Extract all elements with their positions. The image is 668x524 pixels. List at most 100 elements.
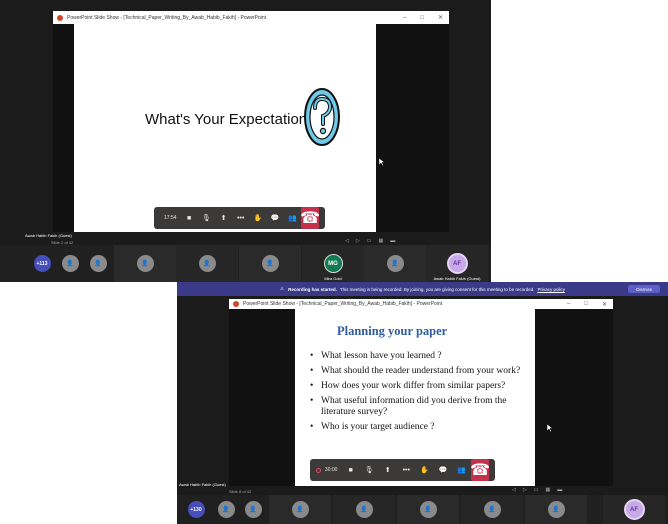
raise-hand-icon[interactable]: ✋ — [249, 207, 266, 229]
meeting-toolbar: 17:54 ■ 🎙 ⬆ ••• ✋ 💬 👥 ☎ — [154, 207, 325, 229]
more-options-icon[interactable]: ••• — [397, 459, 416, 481]
participant-count: +113 — [33, 255, 51, 272]
powerpoint-title-bar: PowerPoint Slide Show - [Technical_Paper… — [229, 299, 613, 309]
participant-tile[interactable]: 👤 — [364, 245, 426, 282]
avatar-mg: MG — [323, 254, 343, 273]
minimize-button[interactable]: – — [403, 15, 406, 21]
participant-tile-af[interactable]: AF — [603, 495, 665, 524]
meeting-timer: 30:00 — [324, 467, 338, 473]
person-icon: 👤 — [483, 501, 501, 518]
participant-tile[interactable]: 👤 — [213, 495, 239, 524]
more-options-icon[interactable]: ••• — [232, 207, 249, 229]
bullet-item: How does your work differ from similar p… — [310, 381, 525, 392]
share-screen-icon[interactable]: ⬆ — [215, 207, 232, 229]
chat-icon[interactable]: 💬 — [267, 207, 284, 229]
maximize-button[interactable]: □ — [584, 301, 588, 307]
overflow-count-tile[interactable]: +113 — [27, 245, 57, 282]
slide-margin-right — [376, 24, 449, 232]
zoom-icon[interactable]: ▬ — [390, 238, 395, 244]
participant-name: Mira Gold — [324, 276, 342, 281]
question-mark-icon — [304, 88, 340, 146]
participant-tile[interactable]: 👤 — [84, 245, 112, 282]
slide-nav-controls: ◁ ▷ ▭ ▦ ▬ — [512, 487, 562, 493]
teams-window-slide-8: ⚠ Recording has started. This meeting is… — [177, 282, 668, 524]
person-icon: 👤 — [386, 255, 404, 272]
person-icon: 👤 — [355, 501, 373, 518]
mic-muted-icon[interactable]: 🎙 — [360, 459, 379, 481]
bullet-item: What should the reader understand from y… — [310, 366, 525, 377]
banner-text: This meeting is being recorded. By joini… — [339, 286, 535, 292]
dismiss-button[interactable]: Dismiss — [628, 285, 660, 293]
participant-tile[interactable]: 👤 — [525, 495, 587, 524]
slide-nav-controls: ◁ ▷ ▭ ▦ ▬ — [345, 238, 395, 244]
participant-tile[interactable]: 👤 — [176, 245, 238, 282]
close-button[interactable]: ✕ — [438, 14, 443, 21]
window-title: PowerPoint Slide Show - [Technical_Paper… — [67, 14, 267, 21]
bullet-item: Who is your target audience ? — [310, 422, 525, 433]
participant-tile-af[interactable]: AF Awab Habib Fakih (Guest) — [426, 245, 488, 282]
participant-tile[interactable]: 👤 — [397, 495, 459, 524]
slide-margin-left — [229, 309, 295, 486]
mouse-cursor-icon — [379, 158, 385, 166]
powerpoint-icon — [57, 14, 63, 21]
slide-bullets: What lesson have you learned ? What shou… — [310, 351, 525, 437]
participant-tile[interactable]: 👤 — [239, 495, 267, 524]
grid-icon[interactable]: ▦ — [545, 487, 550, 493]
participant-tile-mg[interactable]: MG Mira Gold — [302, 245, 364, 282]
participant-tile[interactable]: 👤 — [333, 495, 395, 524]
participant-strip: +113 👤 👤 👤 👤 👤 MG Mira Gold 👤 AF Awab Ha… — [0, 245, 491, 282]
view-icon[interactable]: ▭ — [367, 238, 372, 244]
overflow-count-tile[interactable]: +130 — [181, 495, 211, 524]
raise-hand-icon[interactable]: ✋ — [416, 459, 435, 481]
bullet-item: What useful information did you derive f… — [310, 396, 525, 418]
participant-name: Awab Habib Fakih (Guest) — [433, 276, 481, 281]
grid-icon[interactable]: ▦ — [378, 238, 383, 244]
slide-margin-left — [53, 24, 74, 232]
participant-strip: +130 👤 👤 👤 👤 👤 👤 👤 AF — [177, 495, 668, 524]
participant-tile[interactable]: 👤 — [57, 245, 83, 282]
participant-tile[interactable]: 👤 — [269, 495, 331, 524]
close-button[interactable]: ✕ — [602, 301, 607, 308]
participant-tile[interactable]: 👤 — [461, 495, 523, 524]
meeting-timer: 17:54 — [164, 215, 177, 221]
zoom-icon[interactable]: ▬ — [557, 487, 562, 493]
avatar-af: AF — [623, 499, 645, 520]
presenter-name: Awab Habib Fakih (Guest) — [25, 233, 72, 238]
person-icon: 👤 — [136, 255, 154, 272]
maximize-button[interactable]: □ — [420, 15, 424, 21]
window-title: PowerPoint Slide Show - [Technical_Paper… — [243, 301, 443, 307]
previous-slide-icon[interactable]: ◁ — [345, 238, 349, 244]
participants-icon[interactable]: 👥 — [453, 459, 472, 481]
bullet-item: What lesson have you learned ? — [310, 351, 525, 362]
participant-tile[interactable]: 👤 — [114, 245, 176, 282]
hang-up-button[interactable]: ☎ — [300, 207, 320, 229]
view-icon[interactable]: ▭ — [534, 487, 539, 493]
camera-off-icon[interactable]: ■ — [181, 207, 198, 229]
privacy-policy-link[interactable]: Privacy policy — [537, 287, 565, 292]
meeting-toolbar: 30:00 ■ 🎙 ⬆ ••• ✋ 💬 👥 ☎ — [310, 459, 495, 481]
chat-icon[interactable]: 💬 — [434, 459, 453, 481]
slide-title: Planning your paper — [337, 324, 448, 338]
teams-window-slide-2: PowerPoint Slide Show - [Technical_Paper… — [0, 0, 491, 282]
person-icon: 👤 — [419, 501, 437, 518]
hang-up-button[interactable]: ☎ — [470, 459, 490, 481]
next-slide-icon[interactable]: ▷ — [356, 238, 360, 244]
presenter-name: Awab Habib Fakih (Guest) — [179, 482, 226, 487]
slide-margin-right — [535, 309, 613, 486]
mic-muted-icon[interactable]: 🎙 — [198, 207, 215, 229]
minimize-button[interactable]: – — [567, 301, 570, 307]
person-icon: 👤 — [291, 501, 309, 518]
participants-icon[interactable]: 👥 — [284, 207, 301, 229]
participant-tile[interactable]: 👤 — [239, 245, 301, 282]
person-icon: 👤 — [89, 255, 107, 272]
share-screen-icon[interactable]: ⬆ — [378, 459, 397, 481]
slide-number: Slide 8 of 42 — [229, 489, 252, 494]
previous-slide-icon[interactable]: ◁ — [512, 487, 516, 493]
camera-off-icon[interactable]: ■ — [341, 459, 360, 481]
person-icon: 👤 — [244, 501, 262, 518]
next-slide-icon[interactable]: ▷ — [523, 487, 527, 493]
mouse-cursor-icon — [547, 424, 553, 432]
avatar-af: AF — [446, 253, 468, 274]
banner-bold: Recording has started. — [288, 286, 337, 292]
person-icon: 👤 — [261, 255, 279, 272]
